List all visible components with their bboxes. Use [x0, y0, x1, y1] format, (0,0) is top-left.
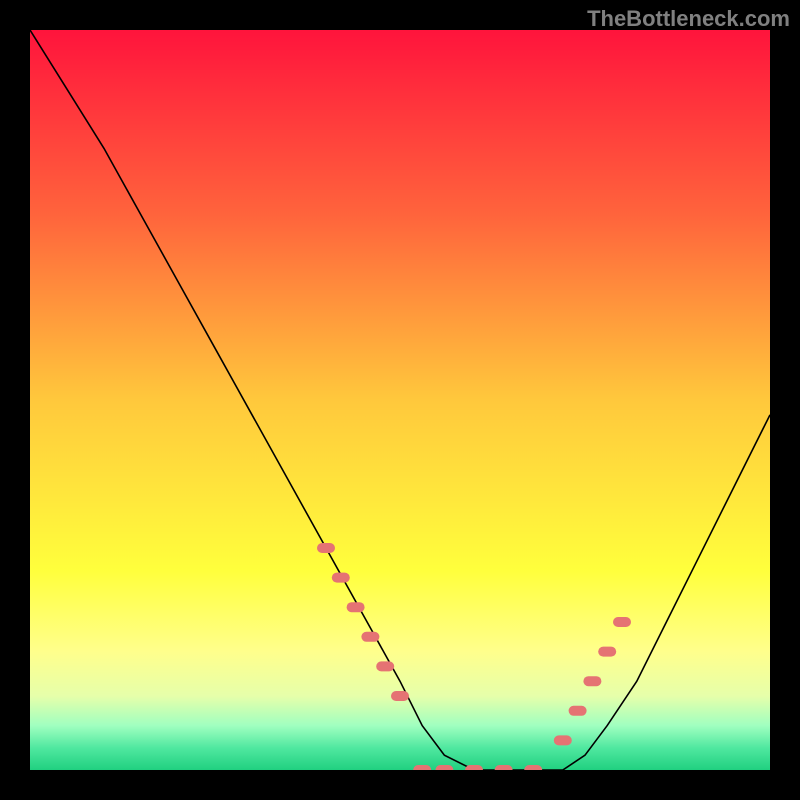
marker-dot — [465, 765, 483, 770]
watermark-text: TheBottleneck.com — [587, 6, 790, 32]
marker-dot — [569, 706, 587, 716]
marker-dot — [598, 647, 616, 657]
markers-group — [317, 543, 631, 770]
chart-container: TheBottleneck.com — [0, 0, 800, 800]
chart-svg — [30, 30, 770, 770]
marker-dot — [391, 691, 409, 701]
plot-area — [30, 30, 770, 770]
marker-dot — [361, 632, 379, 642]
marker-dot — [524, 765, 542, 770]
marker-dot — [317, 543, 335, 553]
marker-dot — [583, 676, 601, 686]
marker-dot — [554, 735, 572, 745]
marker-dot — [376, 661, 394, 671]
marker-dot — [413, 765, 431, 770]
marker-dot — [613, 617, 631, 627]
curve-line — [30, 30, 770, 770]
marker-dot — [435, 765, 453, 770]
marker-dot — [347, 602, 365, 612]
marker-dot — [332, 573, 350, 583]
marker-dot — [495, 765, 513, 770]
